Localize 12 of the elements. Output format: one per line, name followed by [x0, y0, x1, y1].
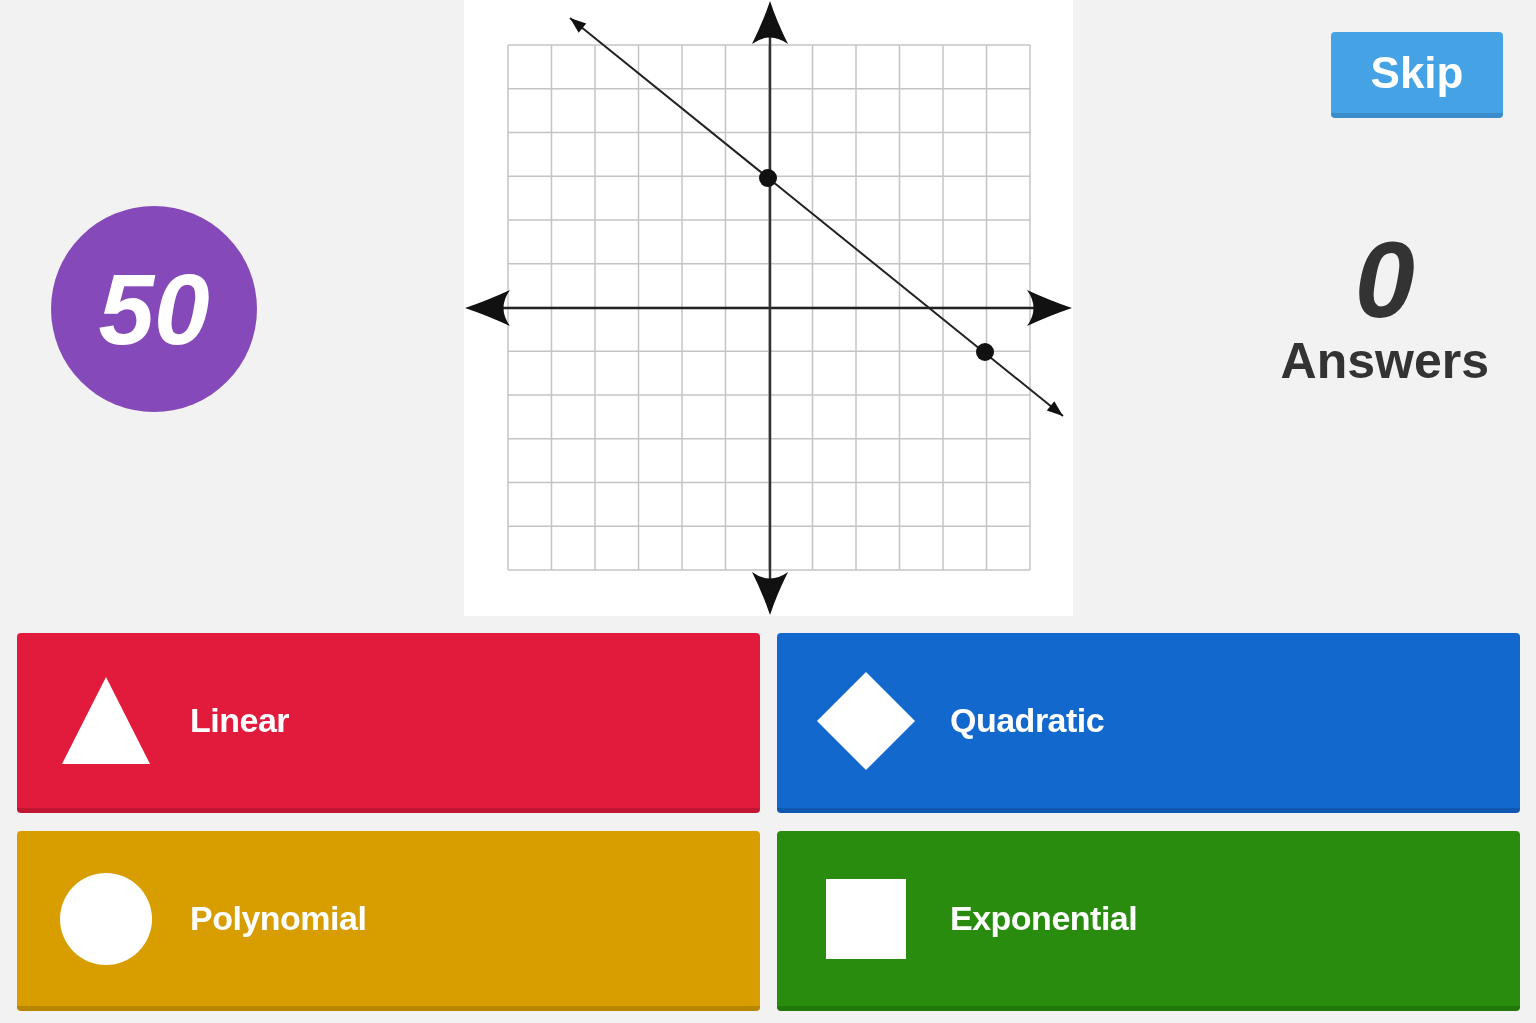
answer-count-label: Answers — [1280, 336, 1489, 386]
skip-button[interactable]: Skip — [1331, 32, 1503, 118]
answer-button[interactable]: Exponential — [777, 831, 1520, 1011]
countdown-timer: 50 — [51, 205, 257, 412]
circle-icon — [60, 872, 152, 965]
diamond-icon — [817, 671, 915, 770]
answer-button[interactable]: Quadratic — [777, 633, 1520, 813]
triangle-icon — [62, 677, 150, 764]
answer-count: 0 — [1354, 226, 1415, 334]
answer-button[interactable]: Polynomial — [17, 831, 760, 1011]
answer-button[interactable]: Linear — [17, 633, 760, 813]
square-icon — [826, 878, 906, 959]
